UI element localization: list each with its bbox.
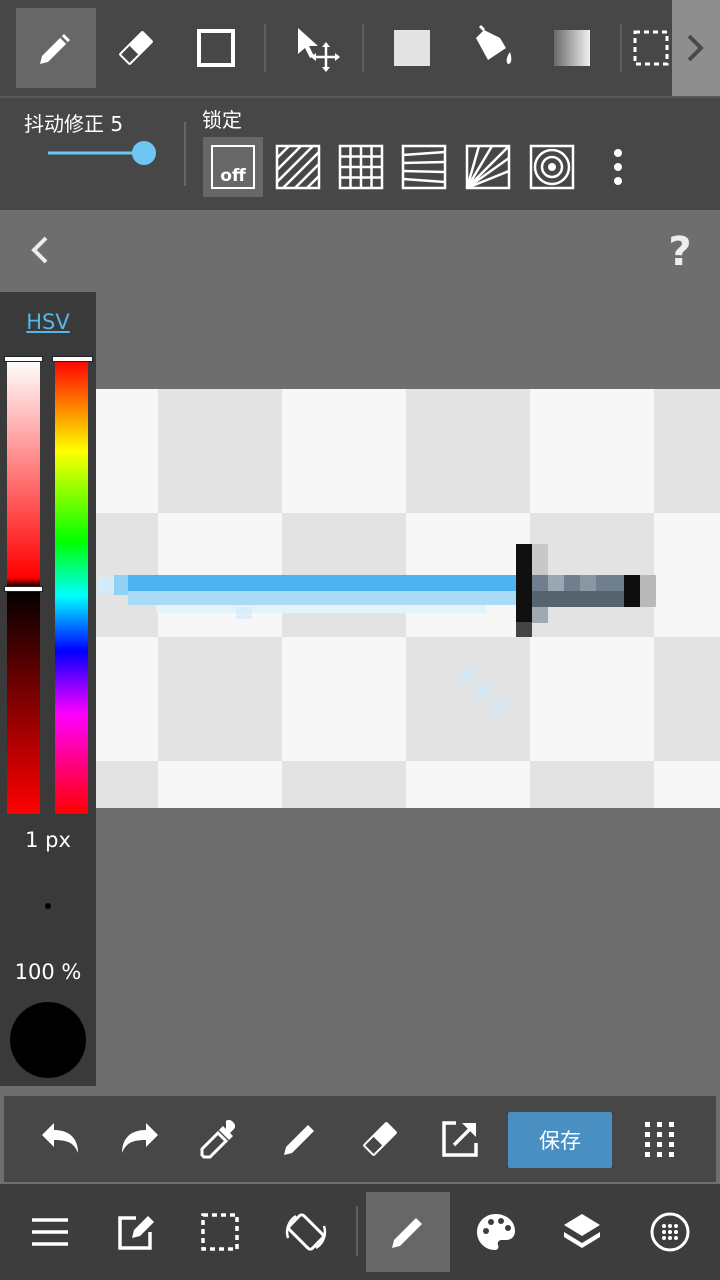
question-mark-icon: ? bbox=[668, 229, 692, 275]
pencil-icon bbox=[40, 34, 70, 64]
opacity-label[interactable]: 100 % bbox=[0, 960, 96, 984]
selection-icon bbox=[633, 30, 669, 66]
parallel-lines-icon bbox=[275, 144, 321, 190]
eraser-tool[interactable] bbox=[96, 8, 176, 88]
move-icon bbox=[298, 28, 340, 72]
concentric-circles-icon bbox=[529, 144, 575, 190]
brush-size-preview bbox=[45, 903, 51, 909]
undo-icon bbox=[42, 1123, 78, 1153]
bucket-tool[interactable] bbox=[452, 8, 532, 88]
value-marker[interactable] bbox=[4, 586, 43, 592]
bucket-icon bbox=[476, 24, 512, 64]
selection-icon bbox=[201, 1213, 239, 1251]
more-vertical-icon bbox=[614, 149, 622, 185]
edit-icon bbox=[118, 1216, 154, 1250]
grid-dots-icon bbox=[645, 1122, 674, 1157]
color-mode-link[interactable]: HSV bbox=[0, 310, 96, 334]
toolbar-divider bbox=[620, 24, 622, 72]
drawing-canvas[interactable] bbox=[96, 389, 720, 808]
ruler-off-icon: off bbox=[211, 145, 255, 189]
stabilizer-label: 抖动修正 5 bbox=[24, 112, 124, 136]
ruler-off-label: off bbox=[220, 166, 246, 186]
toolbar-divider bbox=[362, 24, 364, 72]
pen-icon bbox=[284, 1125, 314, 1155]
export-button[interactable] bbox=[433, 1112, 487, 1166]
toolbar-divider bbox=[264, 24, 266, 72]
brush-icon bbox=[392, 1218, 422, 1248]
redo-button[interactable] bbox=[113, 1112, 167, 1166]
gradient-icon bbox=[554, 30, 590, 66]
ruler-more-button[interactable] bbox=[590, 137, 646, 197]
nav-edit[interactable] bbox=[94, 1192, 178, 1272]
gradient-tool[interactable] bbox=[532, 8, 612, 88]
chevron-right-icon bbox=[687, 34, 704, 62]
nav-layers[interactable] bbox=[540, 1192, 624, 1272]
hue-marker[interactable] bbox=[52, 356, 93, 362]
nav-divider bbox=[356, 1206, 358, 1256]
grid-menu-button[interactable] bbox=[633, 1112, 687, 1166]
fill-square-icon bbox=[394, 30, 430, 66]
ruler-perspective-button[interactable] bbox=[394, 137, 454, 197]
rectangle-icon bbox=[197, 29, 235, 67]
menu-icon bbox=[32, 1218, 68, 1246]
fill-square-tool[interactable] bbox=[372, 8, 452, 88]
export-icon bbox=[442, 1121, 478, 1157]
ruler-off-button[interactable]: off bbox=[203, 137, 263, 197]
eraser-icon bbox=[119, 31, 153, 65]
nav-rotate[interactable] bbox=[264, 1192, 348, 1272]
options-divider bbox=[184, 122, 186, 186]
selection-tool[interactable] bbox=[626, 8, 676, 88]
ruler-parallel-button[interactable] bbox=[268, 137, 328, 197]
nav-selection[interactable] bbox=[178, 1192, 262, 1272]
more-tools-button[interactable] bbox=[672, 0, 720, 96]
nav-menu[interactable] bbox=[8, 1192, 92, 1272]
help-button[interactable]: ? bbox=[660, 228, 700, 276]
redo-icon bbox=[122, 1123, 158, 1153]
eraser-icon bbox=[363, 1122, 397, 1156]
chevron-left-icon bbox=[31, 236, 48, 264]
radial-lines-icon bbox=[465, 144, 511, 190]
move-tool[interactable] bbox=[276, 8, 356, 88]
slider-thumb bbox=[132, 141, 156, 165]
current-color-swatch[interactable] bbox=[10, 1002, 86, 1078]
nav-palette[interactable] bbox=[454, 1192, 538, 1272]
nav-materials[interactable] bbox=[628, 1192, 712, 1272]
rotate-icon bbox=[285, 1213, 327, 1251]
sword-blade bbox=[98, 575, 518, 613]
rectangle-tool[interactable] bbox=[176, 8, 256, 88]
ruler-concentric-button[interactable] bbox=[522, 137, 582, 197]
perspective-icon bbox=[401, 144, 447, 190]
brush-size-label[interactable]: 1 px bbox=[0, 828, 96, 852]
nav-brush[interactable] bbox=[366, 1192, 450, 1272]
ruler-grid-button[interactable] bbox=[331, 137, 391, 197]
eyedropper-icon bbox=[200, 1119, 236, 1159]
eyedropper-button[interactable] bbox=[193, 1112, 247, 1166]
canvas-artwork bbox=[96, 389, 720, 808]
grid-icon bbox=[338, 144, 384, 190]
saturation-marker[interactable] bbox=[4, 356, 43, 362]
pencil-tool[interactable] bbox=[16, 8, 96, 88]
quick-eraser-button[interactable] bbox=[353, 1112, 407, 1166]
layers-icon bbox=[564, 1214, 600, 1248]
lock-label: 锁定 bbox=[202, 108, 242, 132]
materials-icon bbox=[650, 1212, 690, 1252]
undo-button[interactable] bbox=[33, 1112, 87, 1166]
hue-bar[interactable] bbox=[55, 360, 88, 814]
ruler-radial-button[interactable] bbox=[458, 137, 518, 197]
back-button[interactable] bbox=[24, 232, 60, 268]
save-button[interactable]: 保存 bbox=[508, 1112, 612, 1168]
pen-button[interactable] bbox=[273, 1112, 327, 1166]
stabilizer-slider[interactable] bbox=[48, 140, 158, 168]
palette-icon bbox=[477, 1214, 515, 1250]
